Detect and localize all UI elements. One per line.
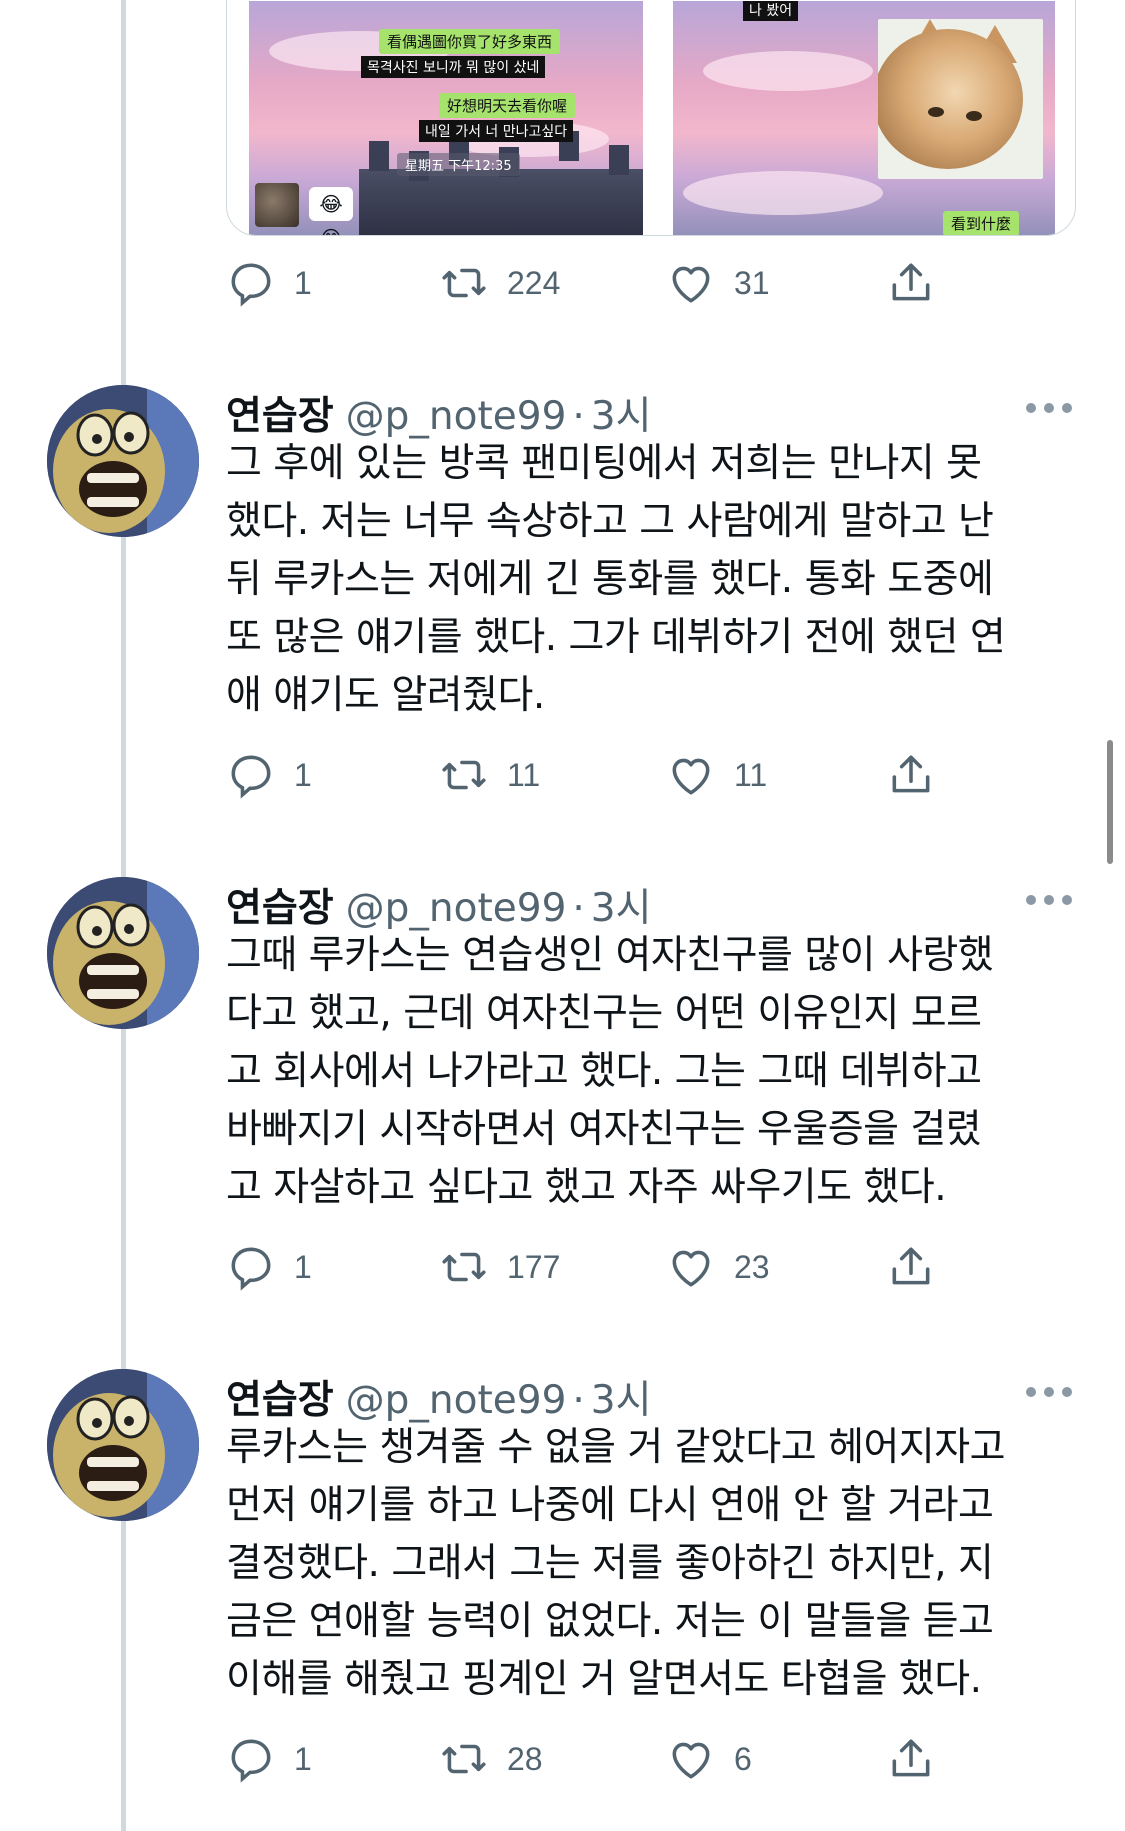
retweet-count: 224: [507, 264, 561, 301]
heart-icon: [672, 1250, 710, 1287]
like-button[interactable]: 6: [666, 1734, 752, 1784]
retweet-button[interactable]: 11: [439, 750, 540, 800]
avatar[interactable]: [47, 877, 199, 1029]
user-handle[interactable]: @p_note99: [346, 886, 567, 931]
tweet-actions: 1 224 31: [226, 258, 946, 314]
reply-icon: [231, 1247, 271, 1291]
tweet-header: 연습장 @p_note99 · 3시: [226, 385, 652, 439]
reply-count: 1: [294, 264, 312, 301]
share-button[interactable]: [886, 1242, 936, 1292]
reply-button[interactable]: 1: [226, 750, 312, 800]
subtitle-line: 내일 가서 너 만나고싶다: [419, 120, 574, 142]
reply-icon: [231, 1739, 271, 1783]
tweet-text: 루카스는 챙겨줄 수 없을 거 같았다고 헤어지자고 먼저 얘기를 하고 나중에…: [226, 1425, 1005, 1702]
more-options-icon[interactable]: [1026, 403, 1072, 417]
user-handle[interactable]: @p_note99: [346, 1378, 567, 1423]
avatar[interactable]: [47, 1369, 199, 1521]
reply-button[interactable]: 1: [226, 1242, 312, 1292]
tweet-text: 그 후에 있는 방콕 팬미팅에서 저희는 만나지 못 했다. 저는 너무 속상하…: [226, 441, 1006, 718]
retweet-icon: [442, 1252, 486, 1282]
reply-icon: [231, 263, 271, 307]
share-icon: [892, 1247, 930, 1285]
tweet-time[interactable]: 3시: [591, 385, 652, 441]
like-count: 6: [734, 1740, 752, 1777]
share-button[interactable]: [886, 1734, 936, 1784]
retweet-button[interactable]: 224: [439, 258, 560, 308]
media-image-right[interactable]: 나 봤어 看到什麼: [673, 1, 1055, 235]
retweet-icon: [442, 1744, 486, 1774]
like-button[interactable]: 23: [666, 1242, 770, 1292]
display-name[interactable]: 연습장: [226, 877, 334, 933]
media-image-left[interactable]: 看偶遇圖你買了好多東西 목격사진 보니까 뭐 많이 샀네 好想明天去看你喔 내일…: [249, 1, 643, 235]
subtitle-line: 목격사진 보니까 뭐 많이 샀네: [361, 56, 546, 78]
like-button[interactable]: 11: [666, 750, 767, 800]
retweet-button[interactable]: 177: [439, 1242, 560, 1292]
retweet-icon: [442, 760, 486, 790]
chat-bubble: 看偶遇圖你買了好多東西: [379, 29, 561, 54]
cat-photo: [878, 19, 1043, 179]
share-icon: [892, 263, 930, 301]
retweet-count: 177: [507, 1248, 561, 1285]
tweet-header: 연습장 @p_note99 · 3시: [226, 877, 652, 931]
retweet-count: 28: [507, 1740, 543, 1777]
retweet-count: 11: [507, 756, 541, 793]
heart-icon: [672, 758, 710, 795]
share-button[interactable]: [886, 258, 936, 308]
separator-dot: ·: [572, 886, 585, 931]
scrollbar[interactable]: [1107, 740, 1113, 864]
tweet-actions: 1 28 6: [226, 1734, 946, 1790]
chat-avatar-thumb: [255, 183, 299, 227]
heart-icon: [672, 1742, 710, 1779]
reply-count: 1: [294, 756, 312, 793]
reply-button[interactable]: 1: [226, 258, 312, 308]
tweet-time[interactable]: 3시: [591, 877, 652, 933]
more-options-icon[interactable]: [1026, 1387, 1072, 1401]
emoji-bubble: 😂😂: [309, 187, 353, 235]
display-name[interactable]: 연습장: [226, 385, 334, 441]
reply-icon: [231, 755, 271, 799]
chat-bubble: 好想明天去看你喔: [439, 93, 576, 118]
heart-icon: [672, 266, 710, 303]
avatar[interactable]: [47, 385, 199, 537]
tweet-actions: 1 11 11: [226, 750, 946, 806]
separator-dot: ·: [572, 394, 585, 439]
like-button[interactable]: 31: [666, 258, 770, 308]
share-icon: [892, 1739, 930, 1777]
more-options-icon[interactable]: [1026, 895, 1072, 909]
subtitle-line: 나 봤어: [743, 1, 799, 21]
tweet-actions: 1 177 23: [226, 1242, 946, 1298]
chat-timestamp: 星期五 下午12:35: [397, 153, 520, 176]
share-button[interactable]: [886, 750, 936, 800]
tweet-header: 연습장 @p_note99 · 3시: [226, 1369, 652, 1423]
like-count: 23: [734, 1248, 770, 1285]
retweet-icon: [442, 268, 486, 298]
tweet-text: 그때 루카스는 연습생인 여자친구를 많이 사랑했 다고 했고, 근데 여자친구…: [226, 933, 994, 1210]
tweet-media-card[interactable]: 看偶遇圖你買了好多東西 목격사진 보니까 뭐 많이 샀네 好想明天去看你喔 내일…: [226, 0, 1076, 236]
reply-count: 1: [294, 1740, 312, 1777]
user-handle[interactable]: @p_note99: [346, 394, 567, 439]
retweet-button[interactable]: 28: [439, 1734, 543, 1784]
like-count: 31: [734, 264, 770, 301]
reply-button[interactable]: 1: [226, 1734, 312, 1784]
tweet-time[interactable]: 3시: [591, 1369, 652, 1425]
separator-dot: ·: [572, 1378, 585, 1423]
share-icon: [892, 755, 930, 793]
chat-bubble: 看到什麼: [943, 211, 1020, 235]
display-name[interactable]: 연습장: [226, 1369, 334, 1425]
like-count: 11: [734, 756, 768, 793]
reply-count: 1: [294, 1248, 312, 1285]
